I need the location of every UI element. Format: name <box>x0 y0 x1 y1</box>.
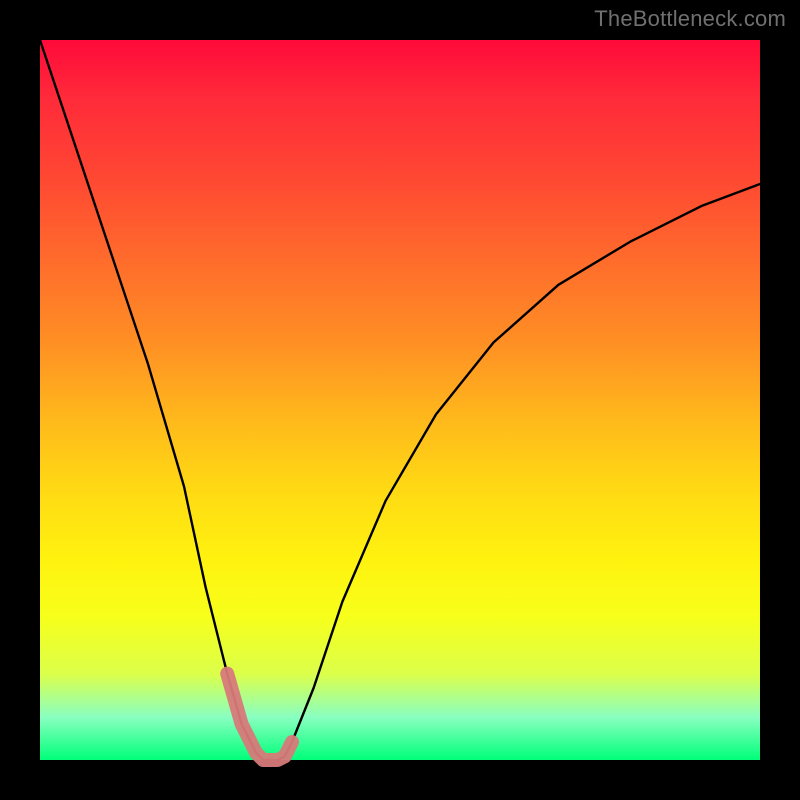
bottleneck-curve <box>40 40 760 760</box>
curve-svg <box>40 40 760 760</box>
highlight-segment <box>227 674 292 760</box>
watermark-text: TheBottleneck.com <box>594 6 786 32</box>
chart-area <box>40 40 760 760</box>
outer-frame: TheBottleneck.com <box>0 0 800 800</box>
